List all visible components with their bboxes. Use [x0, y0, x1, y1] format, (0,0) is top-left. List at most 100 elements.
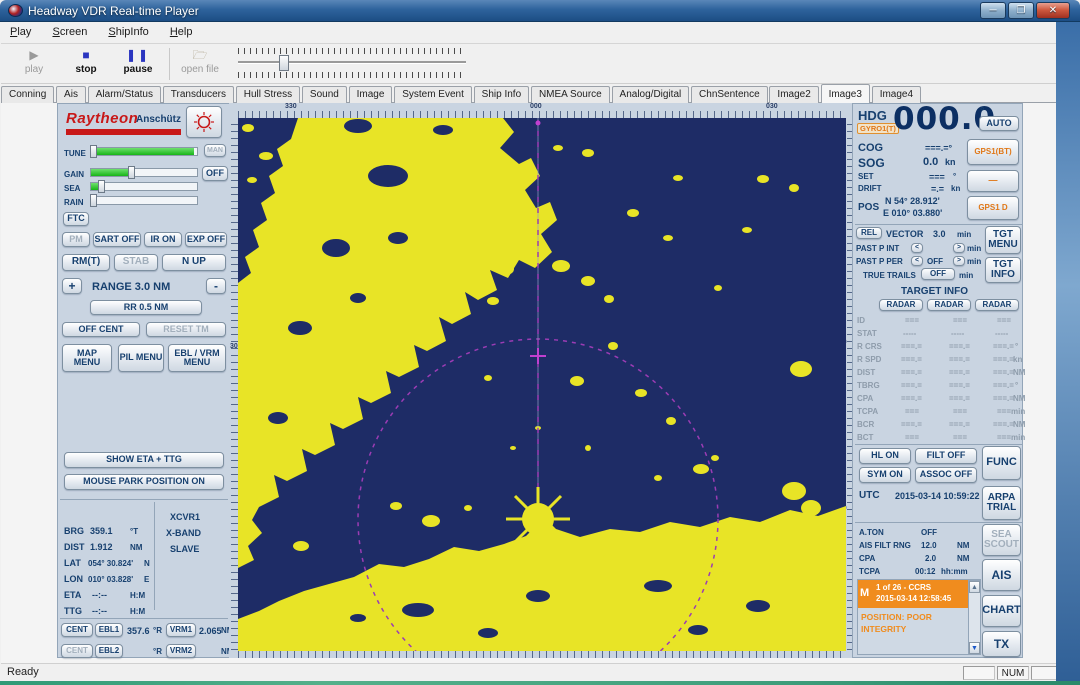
tab-hull-stress[interactable]: Hull Stress — [236, 86, 300, 103]
ebl2-button[interactable]: EBL2 — [95, 644, 123, 658]
exp-off-button[interactable]: EXP OFF — [185, 232, 227, 247]
alarm-scrollbar[interactable]: ▲ ▼ — [968, 580, 981, 654]
ir-on-button[interactable]: IR ON — [144, 232, 182, 247]
tgt-info-button[interactable]: TGT INFO — [985, 257, 1021, 283]
ais-button[interactable]: AIS — [982, 559, 1021, 591]
drift-source-button[interactable]: — — [967, 170, 1019, 192]
true-trails-button[interactable]: OFF — [921, 268, 955, 280]
tab-system-event[interactable]: System Event — [394, 86, 472, 103]
row-rspd-v1: ===.= — [901, 355, 922, 364]
tab-analog-digital[interactable]: Analog/Digital — [612, 86, 690, 103]
stop-button[interactable]: ■ stop — [61, 46, 111, 81]
tab-image2[interactable]: Image2 — [769, 86, 818, 103]
tab-ship-info[interactable]: Ship Info — [474, 86, 529, 103]
timeline-slider-thumb[interactable] — [279, 55, 289, 71]
radar2-button[interactable]: RADAR — [927, 299, 971, 311]
gps1-bt-button[interactable]: GPS1(BT) — [967, 139, 1019, 165]
row-bcr-unit: NM — [1013, 420, 1025, 429]
tab-transducers[interactable]: Transducers — [163, 86, 234, 103]
rel-button[interactable]: REL — [856, 227, 882, 239]
menu-help[interactable]: Help — [161, 23, 202, 38]
row-rcrs-v1: ===.= — [901, 342, 922, 351]
arpa-trial-button[interactable]: ARPA TRIAL — [982, 486, 1021, 520]
rain-thumb[interactable] — [90, 194, 97, 207]
reset-tm-button[interactable]: RESET TM — [146, 322, 226, 337]
radar-scope[interactable] — [238, 118, 846, 651]
divider — [154, 502, 155, 610]
timeline-slider-track[interactable] — [238, 61, 466, 64]
radar3-button[interactable]: RADAR — [975, 299, 1019, 311]
vrm2-button[interactable]: VRM2 — [166, 644, 196, 658]
range-rings-button[interactable]: RR 0.5 NM — [90, 300, 202, 315]
tab-alarm-status[interactable]: Alarm/Status — [88, 86, 161, 103]
chart-button[interactable]: CHART — [982, 595, 1021, 627]
brg-unit: °T — [130, 527, 138, 536]
ebl-vrm-menu-button[interactable]: EBL / VRM MENU — [168, 344, 226, 372]
ebl1-brg-unit: °R — [153, 626, 162, 635]
tab-conning[interactable]: Conning — [1, 86, 54, 103]
tune-thumb[interactable] — [90, 145, 97, 158]
rain-track[interactable] — [90, 196, 198, 205]
alarm-timestamp: 2015-03-14 12:58:45 — [876, 594, 951, 603]
close-button[interactable]: ✕ — [1036, 2, 1070, 19]
tgt-menu-button[interactable]: TGT MENU — [985, 226, 1021, 254]
open-file-button[interactable]: 🗁 open file — [175, 46, 225, 81]
tab-sound[interactable]: Sound — [302, 86, 347, 103]
sart-off-button[interactable]: SART OFF — [93, 232, 141, 247]
tab-nmea-source[interactable]: NMEA Source — [531, 86, 610, 103]
cpa-limit-unit: NM — [957, 554, 969, 563]
sea-off-button[interactable]: OFF — [202, 166, 228, 181]
man-button[interactable]: MAN — [204, 144, 226, 157]
maximize-button[interactable]: ❐ — [1008, 2, 1034, 19]
pil-menu-button[interactable]: PIL MENU — [118, 344, 164, 372]
gain-thumb[interactable] — [128, 166, 135, 179]
tx-button[interactable]: TX — [982, 631, 1021, 657]
menu-play[interactable]: Play — [1, 23, 40, 38]
assoc-off-button[interactable]: ASSOC OFF — [915, 467, 977, 483]
brilliance-button[interactable] — [186, 106, 222, 138]
tab-image3-selected[interactable]: Image3 — [821, 84, 870, 103]
range-plus-button[interactable]: + — [62, 278, 82, 294]
pm-button[interactable]: PM — [62, 232, 90, 247]
show-eta-ttg-button[interactable]: SHOW ETA + TTG — [64, 452, 224, 468]
past-int-dec-button[interactable]: < — [911, 243, 923, 253]
play-button[interactable]: ▶ play — [9, 46, 59, 81]
range-minus-button[interactable]: - — [206, 278, 226, 294]
cent1-button[interactable]: CENT — [61, 623, 93, 637]
alarm-entry[interactable]: M 1 of 26 - CCRS 2015-03-14 12:58:45 — [858, 580, 968, 608]
ebl1-button[interactable]: EBL1 — [95, 623, 123, 637]
rm-t-button[interactable]: RM(T) — [62, 254, 110, 271]
menu-screen[interactable]: Screen — [43, 23, 96, 38]
filt-off-button[interactable]: FILT OFF — [915, 448, 977, 464]
mouse-park-button[interactable]: MOUSE PARK POSITION ON — [64, 474, 224, 490]
scroll-down-icon[interactable]: ▼ — [969, 642, 980, 654]
ftc-button[interactable]: FTC — [63, 212, 89, 226]
tab-ais[interactable]: Ais — [56, 86, 86, 103]
auto-button[interactable]: AUTO — [979, 116, 1019, 131]
menu-shipinfo[interactable]: ShipInfo — [99, 23, 157, 38]
tab-image[interactable]: Image — [349, 86, 393, 103]
stab-button[interactable]: STAB — [114, 254, 158, 271]
past-per-dec-button[interactable]: < — [911, 256, 923, 266]
map-menu-button[interactable]: MAP MENU — [62, 344, 112, 372]
vrm1-button[interactable]: VRM1 — [166, 623, 196, 637]
off-cent-button[interactable]: OFF CENT — [62, 322, 140, 337]
radar1-button[interactable]: RADAR — [879, 299, 923, 311]
gps1-d-button[interactable]: GPS1 D — [967, 196, 1019, 220]
minimize-button[interactable]: ─ — [980, 2, 1006, 19]
past-int-inc-button[interactable]: > — [953, 243, 965, 253]
scroll-up-icon[interactable]: ▲ — [969, 581, 980, 593]
func-button[interactable]: FUNC — [982, 446, 1021, 480]
sea-scout-button[interactable]: SEA SCOUT — [982, 524, 1021, 556]
sym-on-button[interactable]: SYM ON — [859, 467, 911, 483]
hl-on-button[interactable]: HL ON — [859, 448, 911, 464]
timeline-ruler-bottom — [238, 72, 466, 78]
pause-button[interactable]: ❚❚ pause — [113, 46, 163, 81]
sea-track[interactable] — [90, 182, 198, 191]
dist-label: DIST — [64, 542, 85, 552]
cent2-button[interactable]: CENT — [61, 644, 93, 658]
sea-thumb[interactable] — [98, 180, 105, 193]
north-up-button[interactable]: N UP — [162, 254, 226, 271]
past-per-inc-button[interactable]: > — [953, 256, 965, 266]
tab-chnsentence[interactable]: ChnSentence — [691, 86, 768, 103]
